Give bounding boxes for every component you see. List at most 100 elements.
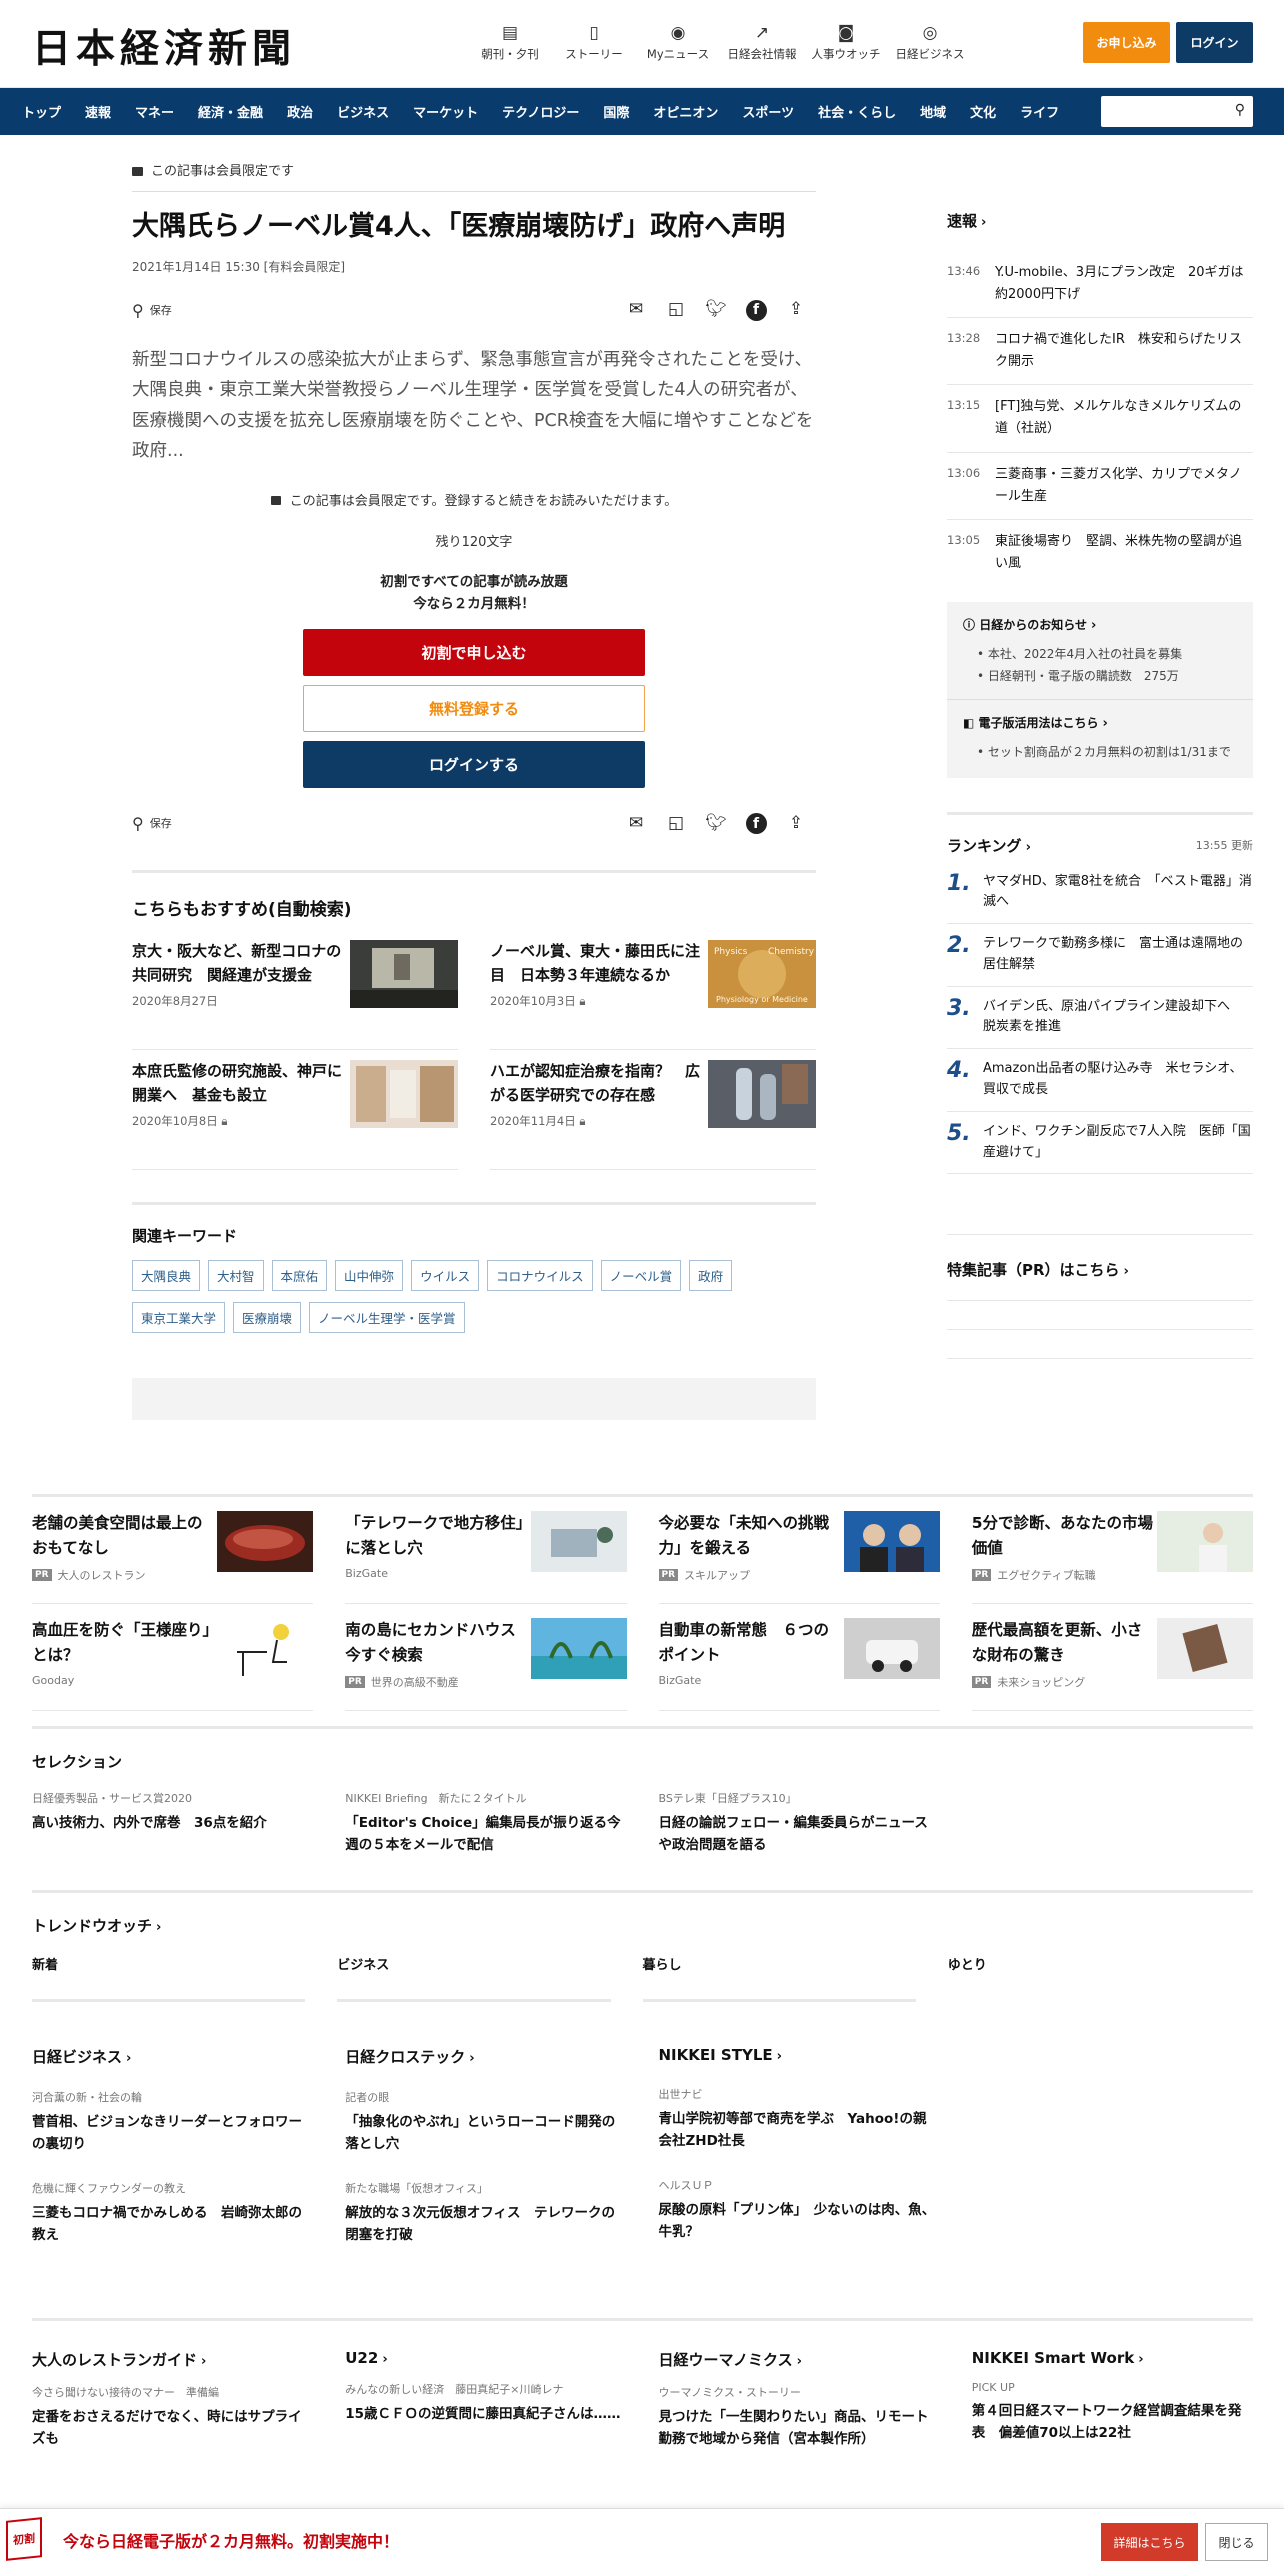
- keyword-tag[interactable]: 大隅良典: [132, 1260, 201, 1292]
- nav-item[interactable]: 社会・くらし: [818, 102, 896, 121]
- ad-card[interactable]: 「テレワークで地方移住」に落とし穴 BizGate: [345, 1497, 627, 1604]
- selection-item[interactable]: NIKKEI Briefing 新たに２タイトル 「Editor's Choice…: [345, 1790, 626, 1857]
- usage-item[interactable]: • セット割商品が２カ月無料の初割は1/31まで: [977, 741, 1237, 763]
- header-link-personnel[interactable]: ◙ 人事ウオッチ: [804, 20, 888, 62]
- ad-card[interactable]: 今必要な「未知への挑戦力」を鍛える PR スキルアップ: [658, 1497, 940, 1604]
- nav-item[interactable]: ビジネス: [337, 102, 389, 121]
- ranking-item[interactable]: 3. バイデン氏、原油パイプライン建設却下へ 脱炭素を推進: [947, 987, 1253, 1050]
- brand-title[interactable]: 日経クロステック ›: [345, 2046, 626, 2067]
- keyword-tag[interactable]: 本庶佑: [271, 1260, 328, 1292]
- ad-card[interactable]: 歴代最高額を更新、小さな財布の驚き PR 未来ショッピング: [971, 1604, 1253, 1711]
- keyword-tag[interactable]: ノーベル賞: [600, 1260, 682, 1292]
- trial-signup-button[interactable]: 初割で申し込む: [303, 629, 645, 677]
- nav-item[interactable]: トップ: [22, 102, 61, 121]
- recommend-item[interactable]: 京大・阪大など、新型コロナの共同研究 関経連が支援金 2020年8月27日: [132, 930, 458, 1051]
- subscribe-button[interactable]: お申し込み: [1083, 22, 1170, 63]
- ad-card[interactable]: 南の島にセカンドハウス 今すぐ検索 PR 世界の高級不動産: [345, 1604, 627, 1711]
- keyword-tag[interactable]: ウイルス: [411, 1260, 480, 1292]
- facebook-icon[interactable]: f: [736, 813, 776, 835]
- trend-category[interactable]: 暮らし: [642, 1954, 916, 2002]
- bookmark-icon[interactable]: ◱: [656, 813, 696, 835]
- header-link-business[interactable]: ◎ 日経ビジネス: [888, 20, 972, 62]
- site-logo[interactable]: 日本経済新聞: [32, 18, 296, 74]
- search-input[interactable]: 記事・株価を検索 ⚲: [1101, 96, 1253, 127]
- keyword-tag[interactable]: ノーベル生理学・医学賞: [309, 1302, 465, 1334]
- nav-item[interactable]: 速報: [85, 102, 111, 121]
- keyword-tag[interactable]: 山中伸弥: [335, 1260, 404, 1292]
- keyword-tag[interactable]: 東京工業大学: [132, 1302, 226, 1334]
- brand-item-title[interactable]: 三菱もコロナ禍でかみしめる 岩崎弥太郎の教え: [32, 2202, 313, 2247]
- recommend-item[interactable]: ハエが認知症治療を指南？ 広がる医学研究での存在感 2020年11月4日 🔒︎: [490, 1050, 816, 1171]
- twitter-icon[interactable]: 🐦︎: [696, 813, 736, 835]
- ad-card[interactable]: 自動車の新常態 ６つのポイント BizGate: [658, 1604, 940, 1711]
- ad-card[interactable]: 高血圧を防ぐ「王様座り」とは？ Gooday: [32, 1604, 314, 1711]
- brand-title[interactable]: 日経ウーマノミクス ›: [659, 2349, 940, 2370]
- sokuho-item[interactable]: 13:15 [FT]独与党、メルケルなきメルケリズムの道（社説）: [947, 385, 1253, 453]
- pr-title[interactable]: 特集記事（PR）はこちら ›: [947, 1259, 1253, 1280]
- brand-title[interactable]: NIKKEI Smart Work ›: [972, 2349, 1253, 2367]
- share-icon[interactable]: ⇪: [776, 813, 816, 835]
- sokuho-title[interactable]: 速報 ›: [947, 210, 1253, 231]
- nav-item[interactable]: 政治: [287, 102, 313, 121]
- usage-title[interactable]: ◧ 電子版活用法はこちら ›: [963, 714, 1237, 731]
- free-register-button[interactable]: 無料登録する: [303, 685, 645, 733]
- recommend-item[interactable]: 本庶氏監修の研究施設、神戸に開業へ 基金も設立 2020年10月8日 🔒︎: [132, 1050, 458, 1171]
- ranking-item[interactable]: 1. ヤマダHD、家電8社を統合 「ベスト電器」消滅へ: [947, 862, 1253, 925]
- header-link-morning-evening[interactable]: ▤ 朝刊・夕刊: [468, 20, 552, 62]
- header-link-mynews[interactable]: ◉ Myニュース: [636, 20, 720, 62]
- nav-item[interactable]: オピニオン: [653, 102, 718, 121]
- search-icon[interactable]: ⚲: [1235, 102, 1245, 118]
- facebook-icon[interactable]: f: [736, 299, 776, 321]
- header-link-company-info[interactable]: ↗ 日経会社情報: [720, 20, 804, 62]
- brand-title[interactable]: NIKKEI STYLE ›: [659, 2046, 940, 2064]
- trend-category[interactable]: ビジネス: [337, 1954, 611, 2002]
- brand-item-title[interactable]: 15歳ＣＦＯの逆質問に藤田真紀子さんは……: [345, 2403, 626, 2425]
- sokuho-item[interactable]: 13:46 Y.U-mobile、3月にプラン改定 20ギガは約2000円下げ: [947, 251, 1253, 319]
- nav-item[interactable]: マネー: [135, 102, 174, 121]
- nav-item[interactable]: スポーツ: [742, 102, 794, 121]
- sokuho-item[interactable]: 13:28 コロナ禍で進化したIR 株安和らげたリスク開示: [947, 318, 1253, 386]
- brand-item-title[interactable]: 定番をおさえるだけでなく、時にはサプライズも: [32, 2406, 313, 2451]
- ad-card[interactable]: 老舗の美食空間は最上のおもてなし PR 大人のレストラン: [32, 1497, 314, 1604]
- brand-item-title[interactable]: 第４回日経スマートワーク経営調査結果を発表 偏差値70以上は22社: [972, 2400, 1253, 2445]
- nav-item[interactable]: 国際: [603, 102, 629, 121]
- keyword-tag[interactable]: 大村智: [208, 1260, 264, 1292]
- twitter-icon[interactable]: 🐦︎: [696, 299, 736, 321]
- recommend-item[interactable]: ノーベル賞、東大・藤田氏に注目 日本勢３年連続なるか 2020年10月3日 🔒︎ …: [490, 930, 816, 1051]
- nav-item[interactable]: 経済・金融: [198, 102, 263, 121]
- brand-title[interactable]: U22 ›: [345, 2349, 626, 2367]
- login-cta-button[interactable]: ログインする: [303, 741, 645, 789]
- brand-item-title[interactable]: 青山学院初等部で商売を学ぶ Yahoo!の親会社ZHD社長: [659, 2108, 940, 2153]
- keyword-tag[interactable]: コロナウイルス: [487, 1260, 593, 1292]
- selection-item[interactable]: 日経優秀製品・サービス賞2020 高い技術力、内外で席巻 36点を紹介: [32, 1790, 313, 1857]
- brand-item-title[interactable]: 「抽象化のやぶれ」というローコード開発の落とし穴: [345, 2111, 626, 2156]
- bookmark-icon[interactable]: ◱: [656, 299, 696, 321]
- details-button[interactable]: 詳細はこちら: [1101, 2523, 1198, 2561]
- brand-item-title[interactable]: 解放的な３次元仮想オフィス テレワークの閉塞を打破: [345, 2202, 626, 2247]
- ranking-title[interactable]: ランキング ›: [947, 835, 1031, 856]
- save-button[interactable]: ⚲ 保存: [132, 301, 172, 320]
- mail-icon[interactable]: ✉: [616, 813, 656, 835]
- brand-item-title[interactable]: 尿酸の原料「プリン体」 少ないのは肉、魚、牛乳？: [659, 2199, 940, 2244]
- nav-item[interactable]: ライフ: [1020, 102, 1059, 121]
- notice-item[interactable]: • 日経朝刊・電子版の購読数 275万: [977, 665, 1237, 687]
- notice-item[interactable]: • 本社、2022年4月入社の社員を募集: [977, 643, 1237, 665]
- brand-title[interactable]: 大人のレストランガイド ›: [32, 2349, 313, 2370]
- sokuho-item[interactable]: 13:05 東証後場寄り 堅調、米株先物の堅調が追い風: [947, 520, 1253, 586]
- trend-category[interactable]: 新着: [32, 1954, 306, 2002]
- ranking-item[interactable]: 5. インド、ワクチン副反応で7人入院 医師「国産避けて」: [947, 1112, 1253, 1175]
- selection-item[interactable]: BSテレ東「日経プラス10」 日経の論説フェロー・編集委員らがニュースや政治問題を…: [659, 1790, 940, 1857]
- ad-card[interactable]: 5分で診断、あなたの市場価値 PR エグゼクティブ転職: [971, 1497, 1253, 1604]
- nav-item[interactable]: マーケット: [413, 102, 478, 121]
- brand-item-title[interactable]: 菅首相、ビジョンなきリーダーとフォロワーの裏切り: [32, 2111, 313, 2156]
- keyword-tag[interactable]: 医療崩壊: [233, 1302, 302, 1334]
- share-icon[interactable]: ⇪: [776, 299, 816, 321]
- nav-item[interactable]: 文化: [970, 102, 996, 121]
- keyword-tag[interactable]: 政府: [689, 1260, 733, 1292]
- brand-item-title[interactable]: 見つけた「一生関わりたい」商品、リモート勤務で地域から発信（宮本製作所）: [659, 2406, 940, 2451]
- nav-item[interactable]: 地域: [920, 102, 946, 121]
- trend-category[interactable]: ゆとり: [948, 1954, 1221, 2002]
- ranking-item[interactable]: 4. Amazon出品者の駆け込み寺 米セラシオ、買収で成長: [947, 1049, 1253, 1112]
- footer-promo-text[interactable]: 今なら日経電子版が２カ月無料。初割実施中！: [63, 2528, 399, 2552]
- nav-item[interactable]: テクノロジー: [502, 102, 579, 121]
